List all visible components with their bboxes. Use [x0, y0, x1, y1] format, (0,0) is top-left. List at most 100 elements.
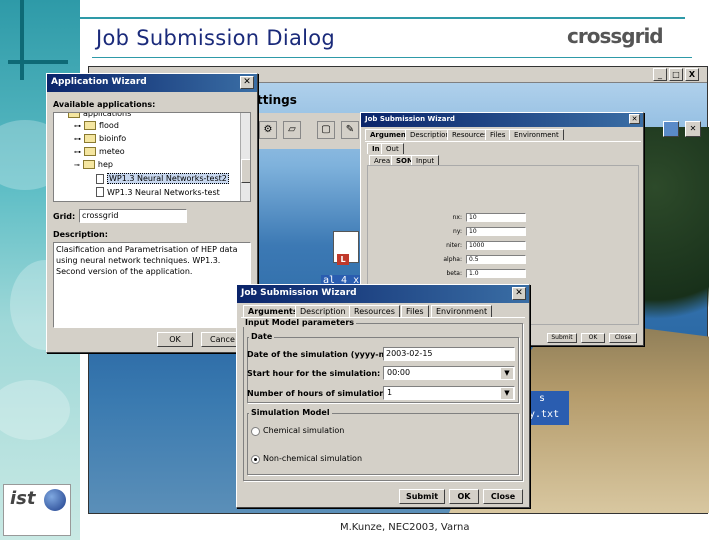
back-tab-files[interactable]: Files: [485, 129, 511, 140]
tree-label: WP1.3 Neural Networks-test: [107, 187, 220, 197]
collapse-icon: ⊸: [74, 160, 80, 169]
tab-environment[interactable]: Environment: [431, 305, 493, 317]
start-hour-select[interactable]: 00:00 ▼: [383, 366, 515, 380]
radio-chemical[interactable]: [251, 427, 260, 436]
tree-item-hep[interactable]: ⊸ hep: [74, 160, 113, 169]
folder-icon: [84, 121, 96, 130]
input-model-title: Input Model parameters: [243, 318, 357, 327]
jsw-titlebar: Job Submission Wizard ✕: [237, 285, 529, 303]
app-wizard-titlebar: Application Wizard ✕: [47, 74, 257, 92]
tool-icon-2[interactable]: ▱: [283, 121, 301, 139]
back-ok-button[interactable]: OK: [581, 333, 605, 343]
tool-icon-3[interactable]: ▢: [317, 121, 335, 139]
param-niter-label: niter:: [446, 242, 462, 249]
apps-tree[interactable]: applications ⊶ flood ⊶ bioinfo ⊶ meteo ⊸ hep…: [53, 112, 251, 202]
close-button[interactable]: Close: [483, 489, 523, 504]
maximize-button[interactable]: □: [669, 68, 683, 81]
date-field[interactable]: 2003-02-15: [383, 347, 515, 361]
expand-icon: ⊶: [74, 134, 81, 143]
expand-icon: ⊶: [74, 147, 81, 156]
application-wizard: Application Wizard ✕ Available applicati…: [46, 73, 258, 353]
desktop-label-2b: y.txt: [529, 409, 560, 420]
start-hour-value: 00:00: [387, 368, 411, 377]
hours-label: Number of hours of simulation:: [247, 389, 389, 398]
tool-icon-1[interactable]: ⚙: [259, 121, 277, 139]
tree-item-applications[interactable]: applications: [68, 112, 132, 118]
tab-description[interactable]: Description: [295, 305, 351, 317]
hours-select[interactable]: 1 ▼: [383, 386, 515, 400]
jsw-close-icon[interactable]: ✕: [512, 287, 526, 300]
chevron-down-icon[interactable]: ▼: [501, 368, 513, 379]
slide-title: Job Submission Dialog: [96, 26, 336, 50]
back-subtab-out[interactable]: Out: [381, 143, 404, 154]
tree-item-nn-test[interactable]: WP1.3 Neural Networks-test: [96, 187, 220, 197]
tool-icon-4[interactable]: ✎: [341, 121, 359, 139]
param-alpha-field[interactable]: 0.5: [466, 255, 526, 264]
radio-non-chemical[interactable]: [251, 455, 260, 464]
grid-field[interactable]: crossgrid: [79, 209, 187, 223]
ok-button[interactable]: OK: [449, 489, 479, 504]
ist-logo: ist: [3, 484, 71, 536]
crossgrid-logo: crossgrid: [567, 24, 664, 48]
folder-icon: [84, 147, 96, 156]
job-submission-wizard: Job Submission Wizard ✕ Arguments Descri…: [236, 284, 530, 508]
back-wizard-titlebar: Job Submission Wizard ✕: [361, 113, 643, 127]
back-close-button[interactable]: Close: [609, 333, 637, 343]
side-close-icon[interactable]: ✕: [685, 121, 701, 137]
side-button-1[interactable]: [663, 121, 679, 137]
back-wizard-tabs: Arguments Description Resources Files En…: [365, 129, 641, 141]
expand-icon: ⊶: [74, 121, 81, 130]
tree-label: bioinfo: [99, 134, 127, 143]
tab-files[interactable]: Files: [401, 305, 429, 317]
tree-item-meteo[interactable]: ⊶ meteo: [74, 147, 125, 156]
folder-icon: [68, 113, 80, 118]
tab-arguments[interactable]: Arguments: [243, 305, 303, 317]
param-ny-field[interactable]: 10: [466, 227, 526, 236]
param-niter-field[interactable]: 1000: [466, 241, 526, 250]
back-wizard-close-icon[interactable]: ✕: [629, 114, 640, 124]
back-wizard-title: Job Submission Wizard: [365, 115, 455, 123]
desktop-label-2a: s: [539, 393, 546, 404]
description-text[interactable]: Clasification and Parametrisation of HEP…: [53, 242, 251, 328]
close-main-button[interactable]: X: [685, 68, 699, 81]
back-tab-rule: [365, 141, 641, 142]
radio-chemical-label: Chemical simulation: [263, 426, 345, 435]
tree-item-flood[interactable]: ⊶ flood: [74, 121, 119, 130]
param-ny-label: ny:: [453, 228, 462, 235]
hours-value: 1: [387, 388, 393, 397]
tree-item-nn-test2[interactable]: WP1.3 Neural Networks-test2: [96, 173, 229, 184]
date-group-title: Date: [249, 332, 275, 341]
minimize-button[interactable]: _: [653, 68, 667, 81]
available-apps-label: Available applications:: [53, 100, 156, 109]
globe-icon: [44, 489, 66, 511]
desktop-label-2: s y.txt: [527, 391, 569, 425]
tree-scroll-thumb[interactable]: [241, 159, 250, 183]
param-nx-label: nx:: [452, 214, 462, 221]
document-icon: [96, 173, 104, 184]
header-rule-lower: [92, 57, 692, 58]
param-beta-field[interactable]: 1.0: [466, 269, 526, 278]
app-wizard-close-icon[interactable]: ✕: [240, 76, 254, 89]
app-ok-button[interactable]: OK: [157, 332, 193, 347]
app-wizard-title: Application Wizard: [51, 77, 147, 87]
param-beta-label: beta:: [446, 270, 462, 277]
tab-resources[interactable]: Resources: [349, 305, 400, 317]
description-label: Description:: [53, 230, 108, 239]
slide: Job Submission Dialog crossgrid _ □ X tt…: [0, 0, 720, 540]
chevron-down-icon[interactable]: ▼: [501, 388, 513, 399]
back-submit-button[interactable]: Submit: [547, 333, 577, 343]
back-tab-environment[interactable]: Environment: [509, 129, 564, 140]
submit-button[interactable]: Submit: [399, 489, 445, 504]
param-nx-field[interactable]: 10: [466, 213, 526, 222]
tree-label: hep: [97, 160, 113, 169]
tree-label: meteo: [99, 147, 125, 156]
tree-item-bioinfo[interactable]: ⊶ bioinfo: [74, 134, 126, 143]
folder-icon: [84, 134, 96, 143]
tree-label: applications: [83, 112, 132, 118]
file-icon[interactable]: L: [333, 231, 359, 265]
document-icon: [96, 187, 104, 197]
main-window-heading: ttings: [257, 93, 297, 107]
grid-label: Grid:: [53, 212, 76, 221]
tree-scrollbar[interactable]: [240, 113, 250, 201]
simulation-model-group: [247, 413, 519, 475]
